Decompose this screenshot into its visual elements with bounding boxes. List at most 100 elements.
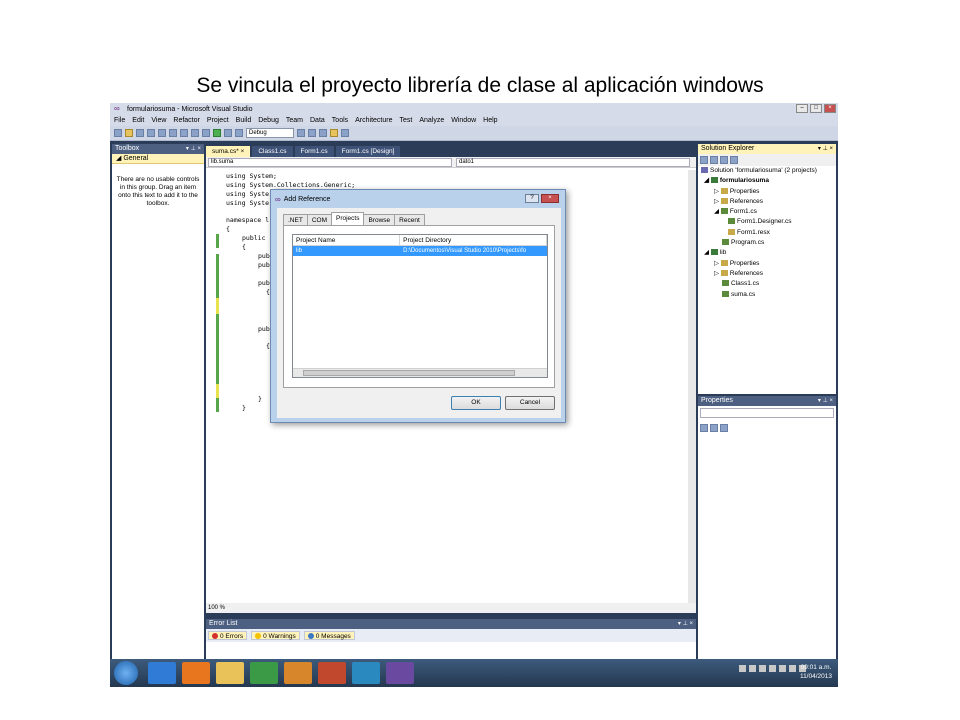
- visual-studio-taskbar-icon[interactable]: [386, 662, 414, 684]
- tab-form1-cs[interactable]: Form1.cs: [294, 146, 334, 157]
- view-class-diagram-icon[interactable]: [730, 156, 738, 164]
- list-horizontal-scrollbar[interactable]: [293, 368, 547, 377]
- tree-item-solution[interactable]: Solution 'formulariosuma' (2 projects): [698, 166, 836, 176]
- save-all-icon[interactable]: [147, 129, 155, 137]
- tree-item[interactable]: ▷ Properties: [698, 259, 836, 269]
- scrollbar-thumb[interactable]: [303, 370, 515, 376]
- panel-pin-icon[interactable]: ▾ ⊥ ×: [678, 619, 693, 629]
- list-item[interactable]: lib D:\Documentos\Visual Studio 2010\Pro…: [293, 246, 547, 256]
- redo-icon[interactable]: [202, 129, 210, 137]
- tree-item[interactable]: Program.cs: [698, 238, 836, 248]
- editor-vertical-scrollbar[interactable]: [688, 170, 696, 603]
- menu-test[interactable]: Test: [400, 117, 413, 124]
- help-button[interactable]: ?: [525, 194, 539, 203]
- properties-icon[interactable]: [700, 156, 708, 164]
- tray-icon[interactable]: [739, 665, 746, 672]
- object-selector[interactable]: [700, 408, 834, 418]
- panel-pin-icon[interactable]: ▾ ⊥ ×: [186, 144, 201, 154]
- close-button[interactable]: ×: [824, 104, 836, 113]
- property-pages-icon[interactable]: [720, 424, 728, 432]
- tree-item[interactable]: Class1.cs: [698, 279, 836, 289]
- cut-icon[interactable]: [158, 129, 166, 137]
- tree-item-project[interactable]: ◢ lib: [698, 248, 836, 258]
- menu-build[interactable]: Build: [236, 117, 252, 124]
- object-browser-icon[interactable]: [330, 129, 338, 137]
- tab-net[interactable]: .NET: [283, 214, 308, 225]
- tab-recent[interactable]: Recent: [394, 214, 425, 225]
- menu-refactor[interactable]: Refactor: [173, 117, 199, 124]
- minimize-button[interactable]: –: [796, 104, 808, 113]
- tray-icon[interactable]: [779, 665, 786, 672]
- find-icon[interactable]: [297, 129, 305, 137]
- panel-pin-icon[interactable]: ▾ ⊥ ×: [818, 144, 833, 154]
- start-debugging-icon[interactable]: [213, 129, 221, 137]
- tab-com[interactable]: COM: [306, 214, 332, 225]
- menu-debug[interactable]: Debug: [258, 117, 279, 124]
- ok-button[interactable]: OK: [451, 396, 501, 410]
- tray-icon[interactable]: [789, 665, 796, 672]
- column-project-name[interactable]: Project Name: [293, 235, 401, 245]
- tree-item[interactable]: ◢ Form1.cs: [698, 207, 836, 217]
- menu-view[interactable]: View: [151, 117, 166, 124]
- menu-window[interactable]: Window: [451, 117, 476, 124]
- tree-item[interactable]: ▷ References: [698, 197, 836, 207]
- tray-icon[interactable]: [769, 665, 776, 672]
- firefox-icon[interactable]: [182, 662, 210, 684]
- tab-form1-design[interactable]: Form1.cs [Design]: [335, 146, 401, 157]
- clock[interactable]: 09:01 a.m. 11/04/2013: [800, 663, 832, 681]
- menu-project[interactable]: Project: [207, 117, 229, 124]
- tree-item-project[interactable]: ◢ formulariosuma: [698, 176, 836, 186]
- menu-tools[interactable]: Tools: [332, 117, 348, 124]
- explorer-icon[interactable]: [216, 662, 244, 684]
- tree-item[interactable]: suma.cs: [698, 290, 836, 300]
- properties-icon[interactable]: [319, 129, 327, 137]
- member-dropdown[interactable]: dato1: [456, 158, 690, 167]
- solution-explorer-icon[interactable]: [308, 129, 316, 137]
- tree-item[interactable]: ▷ References: [698, 269, 836, 279]
- alphabetical-icon[interactable]: [710, 424, 718, 432]
- tab-class1-cs[interactable]: Class1.cs: [252, 146, 293, 157]
- tree-item[interactable]: Form1.Designer.cs: [698, 217, 836, 227]
- tree-item[interactable]: ▷ Properties: [698, 187, 836, 197]
- tab-browse[interactable]: Browse: [363, 214, 396, 225]
- pause-icon[interactable]: [224, 129, 232, 137]
- tray-icon[interactable]: [749, 665, 756, 672]
- messages-filter-button[interactable]: 0 Messages: [303, 631, 355, 640]
- zoom-level[interactable]: 100 %: [206, 603, 696, 613]
- save-icon[interactable]: [136, 129, 144, 137]
- menu-help[interactable]: Help: [483, 117, 497, 124]
- panel-pin-icon[interactable]: ▾ ⊥ ×: [818, 396, 833, 406]
- errors-filter-button[interactable]: 0 Errors: [208, 631, 248, 640]
- stop-icon[interactable]: [235, 129, 243, 137]
- menu-team[interactable]: Team: [286, 117, 303, 124]
- tray-icon[interactable]: [759, 665, 766, 672]
- menu-data[interactable]: Data: [310, 117, 325, 124]
- maximize-button[interactable]: □: [810, 104, 822, 113]
- menu-file[interactable]: File: [114, 117, 125, 124]
- tree-item[interactable]: Form1.resx: [698, 228, 836, 238]
- ie-icon[interactable]: [148, 662, 176, 684]
- warnings-filter-button[interactable]: 0 Warnings: [251, 631, 300, 640]
- tab-suma-cs[interactable]: suma.cs* ×: [206, 146, 251, 157]
- type-dropdown[interactable]: lib.suma: [208, 158, 452, 167]
- menu-edit[interactable]: Edit: [132, 117, 144, 124]
- copy-icon[interactable]: [169, 129, 177, 137]
- chrome-icon[interactable]: [250, 662, 278, 684]
- menu-architecture[interactable]: Architecture: [355, 117, 392, 124]
- categorized-icon[interactable]: [700, 424, 708, 432]
- refresh-icon[interactable]: [720, 156, 728, 164]
- new-project-icon[interactable]: [114, 129, 122, 137]
- powerpoint-icon[interactable]: [318, 662, 346, 684]
- start-button[interactable]: [114, 661, 138, 685]
- toolbox-icon[interactable]: [341, 129, 349, 137]
- tab-projects[interactable]: Projects: [330, 212, 365, 225]
- media-player-icon[interactable]: [284, 662, 312, 684]
- show-all-files-icon[interactable]: [710, 156, 718, 164]
- teamviewer-icon[interactable]: [352, 662, 380, 684]
- projects-list[interactable]: Project Name Project Directory lib D:\Do…: [292, 234, 548, 378]
- toolbox-group-general[interactable]: ◢ General: [112, 154, 204, 164]
- paste-icon[interactable]: [180, 129, 188, 137]
- cancel-button[interactable]: Cancel: [505, 396, 555, 410]
- menu-analyze[interactable]: Analyze: [419, 117, 444, 124]
- open-file-icon[interactable]: [125, 129, 133, 137]
